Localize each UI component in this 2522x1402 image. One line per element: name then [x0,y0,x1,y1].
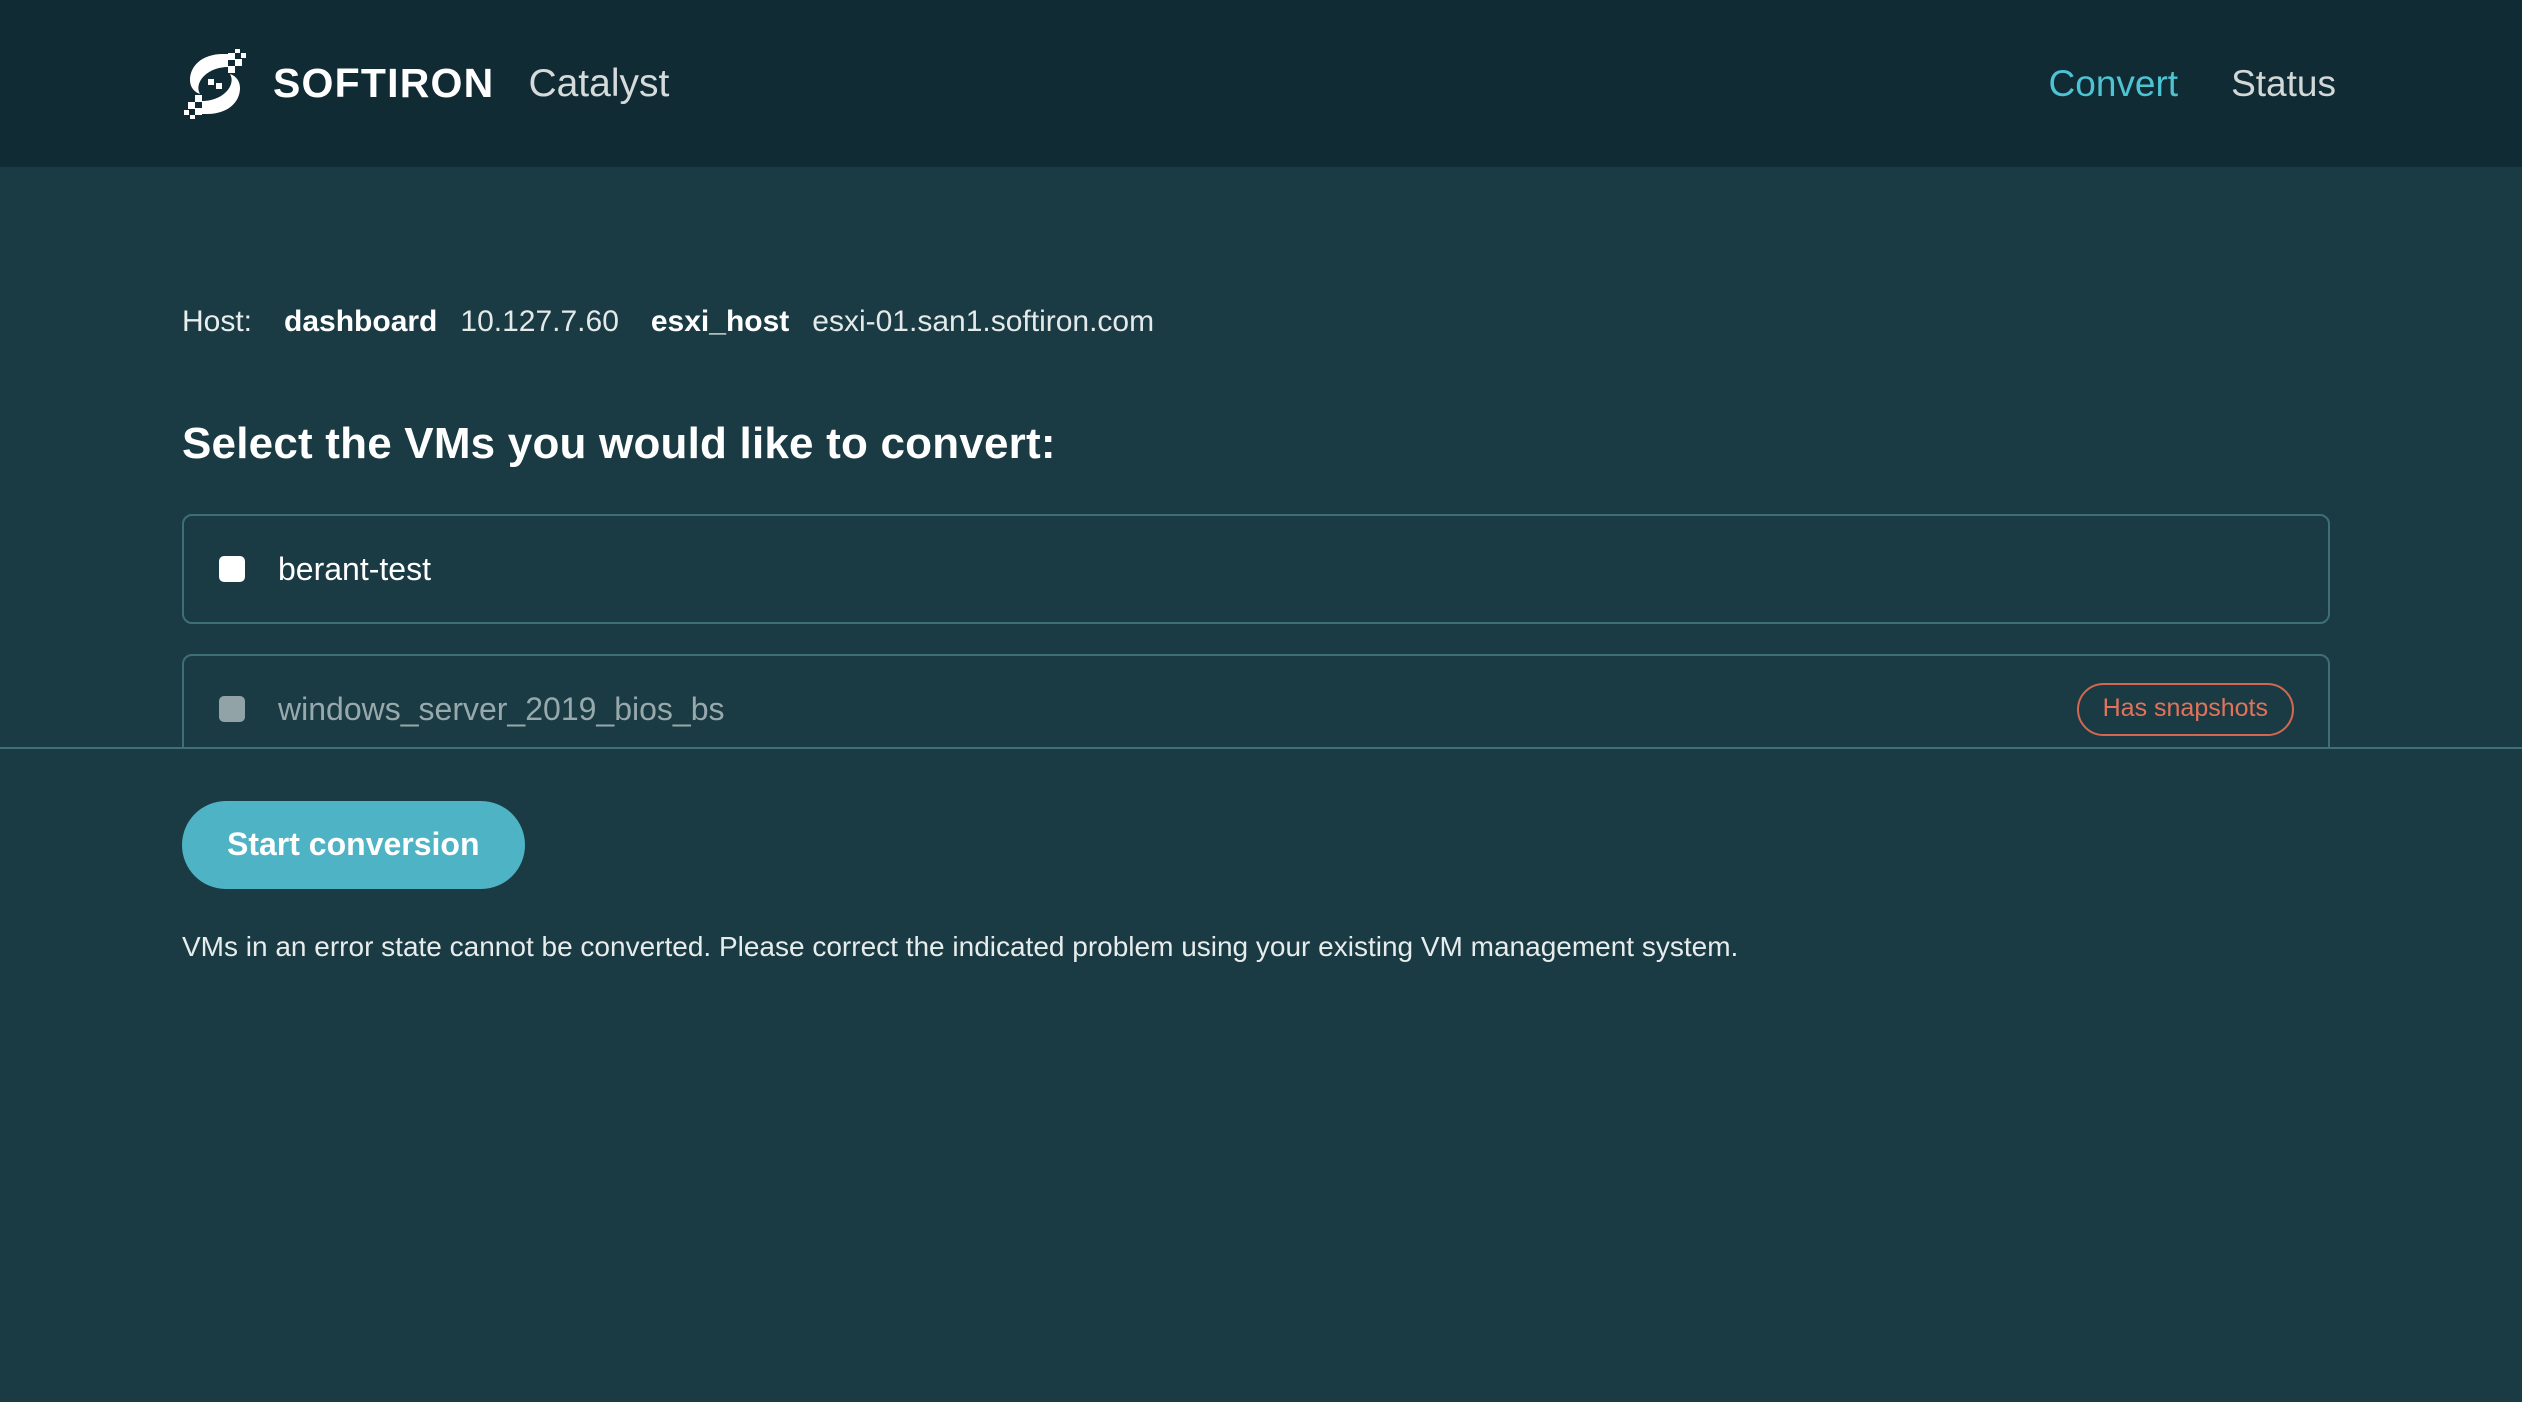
host-info-bar: Host: dashboard 10.127.7.60 esxi_host es… [182,167,2522,339]
vm-list-scroll-region[interactable]: berant-test windows_server_2019_bios_bs Ha… [0,514,2522,749]
app-header: SOFTIRON Catalyst Convert Status [0,0,2522,167]
host-dashboard-value: 10.127.7.60 [460,305,619,338]
product-name: Catalyst [528,62,670,105]
vm-select-checkbox[interactable] [219,556,245,582]
vm-row-main: berant-test [219,553,431,585]
vm-row[interactable]: berant-test [182,514,2330,624]
vm-status-badge: Has snapshots [2076,682,2294,736]
vm-row-main: windows_server_2019_bios_bs [219,693,725,725]
start-conversion-button[interactable]: Start conversion [182,801,525,889]
vm-row[interactable]: windows_server_2019_bios_bs Has snapshots [182,654,2330,747]
vm-name-label: berant-test [278,551,431,587]
vm-list: berant-test windows_server_2019_bios_bs Ha… [182,514,2522,747]
host-dashboard-key: dashboard [284,305,438,338]
brand: SOFTIRON Catalyst [182,48,670,119]
softiron-pixel-s-logo-icon [182,48,248,119]
host-esxi-key: esxi_host [650,305,790,338]
brand-name: SOFTIRON [273,60,495,106]
vm-name-label: windows_server_2019_bios_bs [278,691,725,727]
actions-area: Start conversion VMs in an error state c… [182,749,2522,963]
main-content: Host: dashboard 10.127.7.60 esxi_host es… [0,167,2522,963]
vm-select-checkbox [219,696,245,722]
nav-link-status[interactable]: Status [2231,65,2336,102]
error-state-note: VMs in an error state cannot be converte… [182,931,1739,962]
main-nav: Convert Status [2049,65,2336,102]
host-esxi-value: esxi-01.san1.softiron.com [812,305,1155,338]
host-label: Host: [182,305,253,338]
nav-link-convert[interactable]: Convert [2049,65,2179,102]
page-title: Select the VMs you would like to convert… [182,419,1056,468]
